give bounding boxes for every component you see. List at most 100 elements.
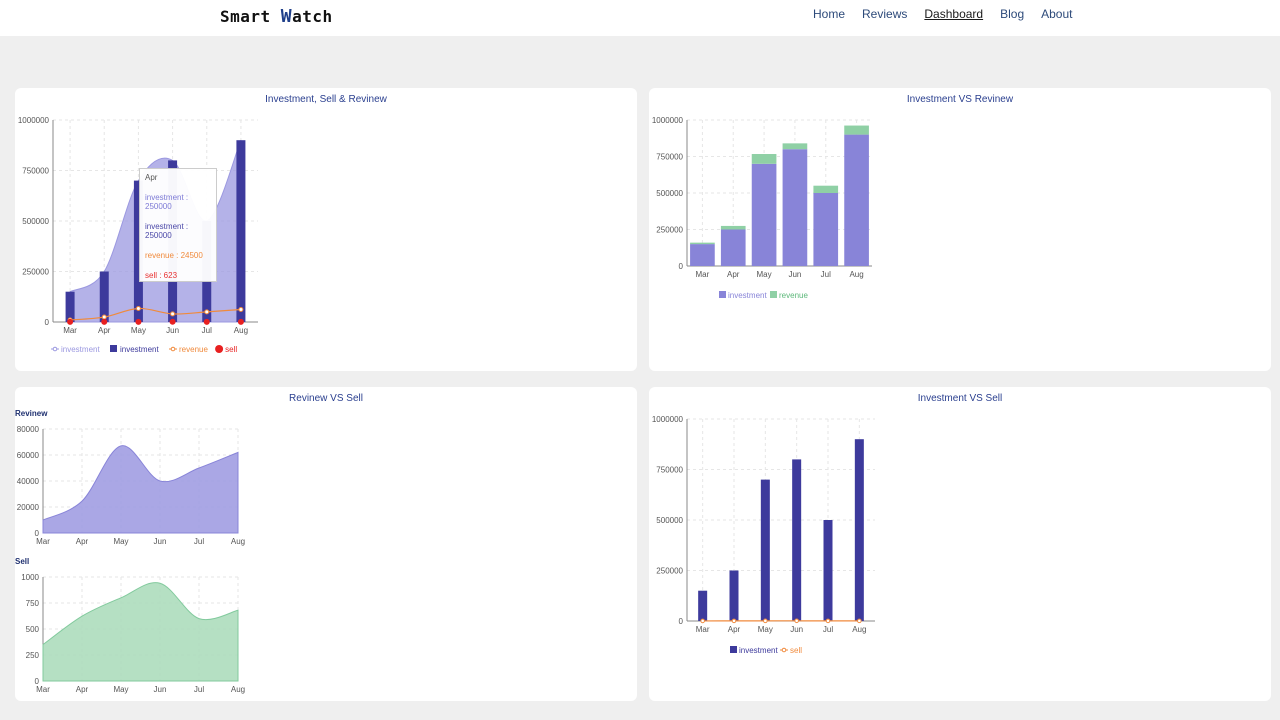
y-tick-label: 250 <box>26 651 40 660</box>
legend-label: investment <box>120 345 159 354</box>
sell-point <box>237 318 244 325</box>
x-tick-label: Jul <box>823 625 833 634</box>
y-tick-label: 750000 <box>656 153 683 162</box>
legend-label: investment <box>728 291 767 300</box>
x-tick-label: Mar <box>63 326 77 335</box>
sell-point <box>700 618 705 624</box>
x-tick-label: Aug <box>234 326 248 335</box>
y-tick-label: 250000 <box>22 268 49 277</box>
composed-chart[interactable]: 0 250000 500000 750000 1000000 Mar Apr May Jun Ju… <box>15 88 637 371</box>
revenue-bar <box>782 143 808 150</box>
x-tick-label: Jun <box>166 326 179 335</box>
y-tick-label: 750 <box>26 599 40 608</box>
sell-point <box>101 318 108 325</box>
legend-point-swatch <box>781 647 787 653</box>
nav-blog[interactable]: Blog <box>1000 7 1024 21</box>
y-tick-label: 60000 <box>17 451 40 460</box>
tooltip-month: Apr <box>145 173 158 182</box>
legend-label: revenue <box>179 345 208 354</box>
brand-logo[interactable]: Smart Watch <box>220 6 333 27</box>
y-tick-label: 40000 <box>17 477 40 486</box>
x-tick-label: Apr <box>98 326 111 335</box>
x-tick-label: Jul <box>194 537 204 546</box>
chart-card-investment-vs-sell: Investment VS Sell 0 250000 500000 750000 10… <box>649 387 1271 701</box>
chart-card-revenue-vs-sell: Revinew VS Sell Revinew Sell 0 20000 40000… <box>15 387 637 701</box>
legend-label: revenue <box>779 291 808 300</box>
investment-bar <box>65 291 75 322</box>
y-tick-label: 750000 <box>656 466 683 475</box>
x-tick-label: May <box>757 270 772 279</box>
nav-about[interactable]: About <box>1041 7 1072 21</box>
y-tick-label: 1000000 <box>18 116 50 125</box>
chart-card-investment-sell-revenue: Investment, Sell & Revinew 0 250000 500000… <box>15 88 637 371</box>
investment-bar <box>782 149 808 266</box>
x-tick-label: Jul <box>821 270 831 279</box>
sell-point <box>203 318 210 325</box>
revenue-area <box>42 445 239 534</box>
y-tick-label: 500 <box>26 625 40 634</box>
sell-area <box>42 582 239 682</box>
sell-point <box>794 618 799 624</box>
sell-point <box>763 618 768 624</box>
legend-rect-swatch <box>770 291 777 298</box>
x-tick-label: Jun <box>790 625 803 634</box>
x-tick-label: Jun <box>788 270 801 279</box>
investment-bar <box>792 459 802 621</box>
y-tick-label: 1000 <box>21 573 39 582</box>
y-tick-label: 500000 <box>656 516 683 525</box>
legend-circle-swatch <box>215 345 224 353</box>
x-tick-label: Aug <box>231 685 245 694</box>
legend-label: sell <box>790 646 802 655</box>
y-tick-label: 1000000 <box>652 415 684 424</box>
legend-point-swatch <box>52 346 58 352</box>
investment-bar <box>854 439 864 621</box>
bar-line-chart[interactable]: 0 250000 500000 750000 1000000 Mar Apr May Jun Ju… <box>649 387 1271 701</box>
nav-home[interactable]: Home <box>813 7 845 21</box>
x-tick-label: Apr <box>76 685 89 694</box>
y-tick-label: 250000 <box>656 567 683 576</box>
sell-point <box>67 318 74 325</box>
investment-bar <box>236 140 246 322</box>
legend-label: sell <box>225 345 237 354</box>
revenue-bar <box>844 125 869 135</box>
legend-point-swatch <box>170 346 176 352</box>
x-tick-label: Mar <box>36 685 50 694</box>
x-tick-label: May <box>113 685 128 694</box>
tooltip-sell: sell : 623 <box>145 271 178 280</box>
revenue-bar <box>813 185 839 193</box>
sell-point <box>857 618 862 624</box>
legend-rect-swatch <box>110 345 117 352</box>
investment-bar <box>823 520 833 621</box>
y-tick-label: 250000 <box>656 226 683 235</box>
x-tick-label: Aug <box>852 625 866 634</box>
sell-point <box>169 318 176 325</box>
x-tick-label: May <box>113 537 128 546</box>
revenue-point <box>135 305 141 311</box>
revenue-bar <box>690 242 715 245</box>
x-tick-label: May <box>758 625 773 634</box>
stacked-bar-chart[interactable]: 0 250000 500000 750000 1000000 Mar Apr May Jun Ju… <box>649 88 1271 371</box>
nav-reviews[interactable]: Reviews <box>862 7 907 21</box>
investment-bar <box>844 134 869 266</box>
y-tick-label: 0 <box>679 262 684 271</box>
tooltip-investment-area: investment : 250000 <box>145 193 189 211</box>
main-nav: Home Reviews Dashboard Blog About <box>813 7 1089 21</box>
x-tick-label: Mar <box>36 537 50 546</box>
x-tick-label: Jul <box>202 326 212 335</box>
x-tick-label: May <box>131 326 146 335</box>
y-tick-label: 750000 <box>22 167 49 176</box>
revenue-bar <box>751 154 777 164</box>
synced-area-charts[interactable]: 020000400006000080000Mar Apr May Jun Jul Aug0… <box>15 387 637 701</box>
y-tick-label: 80000 <box>17 425 40 434</box>
chart-tooltip: Apr investment : 250000 investment : 250… <box>139 168 217 282</box>
x-tick-label: Jun <box>154 685 167 694</box>
x-tick-label: Apr <box>728 625 741 634</box>
investment-bar <box>698 590 708 621</box>
x-tick-label: Apr <box>727 270 740 279</box>
x-tick-label: Jun <box>154 537 167 546</box>
nav-dashboard[interactable]: Dashboard <box>924 7 983 21</box>
legend-label: investment <box>739 646 778 655</box>
x-tick-label: Mar <box>696 270 710 279</box>
investment-bar <box>99 271 109 322</box>
y-tick-label: 0 <box>679 617 684 626</box>
